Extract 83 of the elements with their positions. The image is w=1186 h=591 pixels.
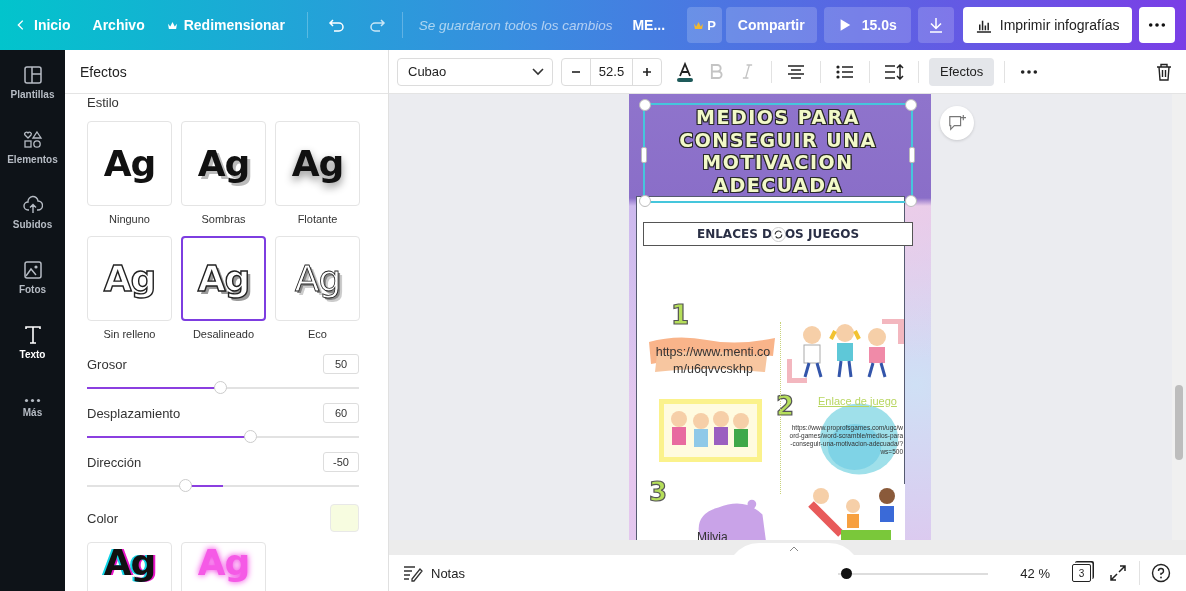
line-spacing-icon xyxy=(884,63,904,80)
more-icon xyxy=(1020,68,1039,75)
section-heading: Estilo xyxy=(87,95,120,111)
sidebar-item[interactable]: Fotos xyxy=(0,245,65,310)
help-icon xyxy=(1151,563,1171,583)
sidebar-item[interactable]: Texto xyxy=(0,310,65,375)
subtitle-text: OS JUEGOS xyxy=(784,227,860,241)
value-field[interactable]: -50 xyxy=(323,452,359,472)
crown-icon xyxy=(693,20,705,30)
font-dropdown[interactable]: Cubao xyxy=(397,57,553,86)
shapes-icon xyxy=(22,130,43,150)
style-option[interactable]: Ag xyxy=(275,121,360,206)
more-button[interactable] xyxy=(1138,7,1175,43)
style-option[interactable]: Ag xyxy=(275,236,360,321)
scrollbar[interactable] xyxy=(389,540,1186,555)
step-number: 2 xyxy=(776,391,795,421)
document-title[interactable]: ME... xyxy=(632,17,666,33)
style-option[interactable]: Ag xyxy=(181,236,266,321)
style-label: Sombras xyxy=(201,212,246,226)
text-color-icon xyxy=(675,60,695,83)
page-count-button[interactable]: 3 xyxy=(1072,564,1091,582)
style-label: Desalineado xyxy=(192,327,255,341)
subtitle-text: ENLACES D xyxy=(696,227,772,241)
sidebar-item[interactable]: Plantillas xyxy=(0,50,65,115)
effects-button[interactable]: Efectos xyxy=(929,57,995,86)
style-label: Eco xyxy=(308,327,327,341)
slider[interactable] xyxy=(87,430,359,443)
align-center-icon xyxy=(787,64,805,79)
scrollbar[interactable] xyxy=(1172,94,1186,540)
sidebar-item[interactable]: Más xyxy=(0,375,65,440)
zoom-level[interactable]: 42 % xyxy=(1020,565,1050,581)
slider[interactable] xyxy=(87,479,359,492)
value-field[interactable]: 50 xyxy=(323,354,359,374)
italic-icon xyxy=(740,64,754,79)
add-comment-button[interactable] xyxy=(940,106,974,140)
image-icon xyxy=(22,260,43,280)
design-page[interactable] xyxy=(629,94,931,540)
style-option[interactable]: Ag xyxy=(87,236,172,321)
panel-title: Efectos xyxy=(80,63,127,80)
design-title: ADECUADA xyxy=(713,173,843,196)
zoom-slider[interactable] xyxy=(838,567,989,579)
link-text[interactable]: https://www.menti.com/u6qvvcskhp xyxy=(651,344,775,378)
cloud-upload-icon xyxy=(22,195,43,215)
style-label: Sin relleno xyxy=(103,327,156,341)
style-option[interactable]: Ag xyxy=(181,121,266,206)
rotate-handle[interactable] xyxy=(770,226,786,242)
color-swatch[interactable] xyxy=(330,504,359,532)
save-status: Se guardaron todos los cambios xyxy=(418,17,613,33)
comment-icon xyxy=(947,114,967,132)
expand-icon xyxy=(1109,564,1127,582)
design-title: MOTIVACION xyxy=(702,151,854,174)
design-title: CONSEGUIR UNA xyxy=(679,128,877,151)
print-button[interactable]: Imprimir infografías xyxy=(962,7,1132,43)
more-icon xyxy=(24,397,41,403)
list-icon xyxy=(836,64,854,79)
plus-icon xyxy=(642,66,652,77)
style-option[interactable]: Ag xyxy=(87,542,172,591)
style-option[interactable]: Ag xyxy=(87,121,172,206)
slider[interactable] xyxy=(87,381,359,394)
style-label: Ninguno xyxy=(109,212,150,226)
notes-icon xyxy=(403,564,423,582)
text-icon xyxy=(22,325,43,345)
sidebar-item[interactable]: Subidos xyxy=(0,180,65,245)
notes-button[interactable]: Notas xyxy=(403,564,465,582)
chevron-down-icon xyxy=(532,67,544,76)
download-button[interactable] xyxy=(917,7,954,43)
slider-label: Desplazamiento xyxy=(87,405,181,421)
sidebar-item[interactable]: Elementos xyxy=(0,115,65,180)
slider-label: Grosor xyxy=(87,356,127,372)
subtitle-box[interactable]: ENLACES D OS JUEGOS xyxy=(643,222,913,246)
step-number: 1 xyxy=(671,300,690,330)
trash-icon xyxy=(1156,62,1172,81)
page-toggle-tab[interactable] xyxy=(734,543,854,555)
step-number: 3 xyxy=(649,477,668,507)
bold-icon xyxy=(709,64,723,79)
style-label: Flotante xyxy=(297,212,338,226)
color-label: Color xyxy=(87,510,119,526)
layout-icon xyxy=(22,65,43,85)
design-title: MEDIOS PARA xyxy=(696,106,860,129)
slider-label: Dirección xyxy=(87,454,142,470)
crown-icon xyxy=(166,20,178,30)
value-field[interactable]: 60 xyxy=(323,403,359,423)
more-icon xyxy=(1147,22,1166,28)
